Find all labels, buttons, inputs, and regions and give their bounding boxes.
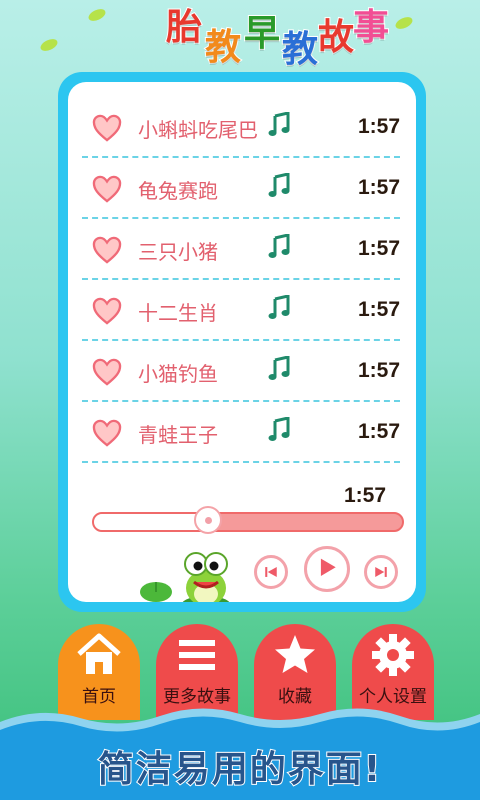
song-row[interactable]: 青蛙王子 1:57 — [82, 401, 400, 463]
gear-icon — [372, 634, 414, 676]
music-note-icon — [268, 173, 290, 197]
next-button[interactable] — [364, 555, 398, 589]
song-duration: 1:57 — [357, 420, 400, 443]
star-icon — [275, 635, 315, 673]
play-button[interactable] — [304, 546, 350, 592]
title-char: 教 — [204, 27, 242, 69]
song-row[interactable]: 十二生肖 1:57 — [82, 279, 400, 341]
menu-icon — [179, 640, 215, 670]
playlist-panel: 小蝌蚪吃尾巴 1:57 龟兔赛跑 1:57 三只小猪 1:57 十二生肖 1:5… — [58, 72, 426, 612]
song-duration: 1:57 — [357, 298, 400, 321]
music-note-icon — [268, 234, 290, 258]
music-note-icon — [268, 295, 290, 319]
song-row[interactable]: 龟兔赛跑 1:57 — [82, 157, 400, 219]
heart-icon[interactable] — [92, 114, 122, 142]
progress-fill — [94, 514, 208, 530]
title-char: 事 — [352, 7, 390, 49]
song-title: 龟兔赛跑 — [138, 179, 218, 203]
song-title: 十二生肖 — [138, 301, 218, 325]
song-duration: 1:57 — [357, 359, 400, 382]
heart-icon[interactable] — [92, 419, 122, 447]
home-icon — [77, 633, 121, 674]
song-duration: 1:57 — [357, 115, 400, 138]
playlist-panel-inner: 小蝌蚪吃尾巴 1:57 龟兔赛跑 1:57 三只小猪 1:57 十二生肖 1:5… — [68, 82, 416, 602]
song-row[interactable]: 小猫钓鱼 1:57 — [82, 340, 400, 402]
frog-mascot — [140, 552, 230, 602]
previous-button[interactable] — [254, 555, 288, 589]
song-title: 小蝌蚪吃尾巴 — [138, 118, 258, 142]
app-title: 胎 教 早 教 故 事 — [0, 6, 480, 78]
skip-next-icon — [375, 567, 387, 577]
song-title: 三只小猪 — [138, 240, 218, 264]
heart-icon[interactable] — [92, 358, 122, 386]
heart-icon[interactable] — [92, 236, 122, 264]
skip-previous-icon — [265, 567, 277, 577]
music-note-icon — [268, 417, 290, 441]
song-duration: 1:57 — [357, 176, 400, 199]
song-title: 青蛙王子 — [138, 423, 218, 447]
song-row[interactable]: 三只小猪 1:57 — [82, 218, 400, 280]
song-row[interactable]: 小蝌蚪吃尾巴 1:57 — [82, 96, 400, 158]
heart-icon[interactable] — [92, 297, 122, 325]
music-note-icon — [268, 112, 290, 136]
progress-knob[interactable] — [193, 506, 222, 534]
title-char: 早 — [243, 13, 281, 55]
total-time: 1:57 — [343, 484, 386, 507]
song-duration: 1:57 — [357, 237, 400, 260]
title-char: 教 — [281, 29, 319, 71]
music-note-icon — [268, 356, 290, 380]
title-char: 故 — [317, 17, 355, 59]
play-icon — [320, 558, 336, 576]
title-char: 胎 — [165, 7, 203, 49]
song-title: 小猫钓鱼 — [138, 362, 218, 386]
heart-icon[interactable] — [92, 175, 122, 203]
slogan-text: 简洁易用的界面! — [97, 748, 383, 791]
progress-bar[interactable] — [92, 506, 404, 534]
